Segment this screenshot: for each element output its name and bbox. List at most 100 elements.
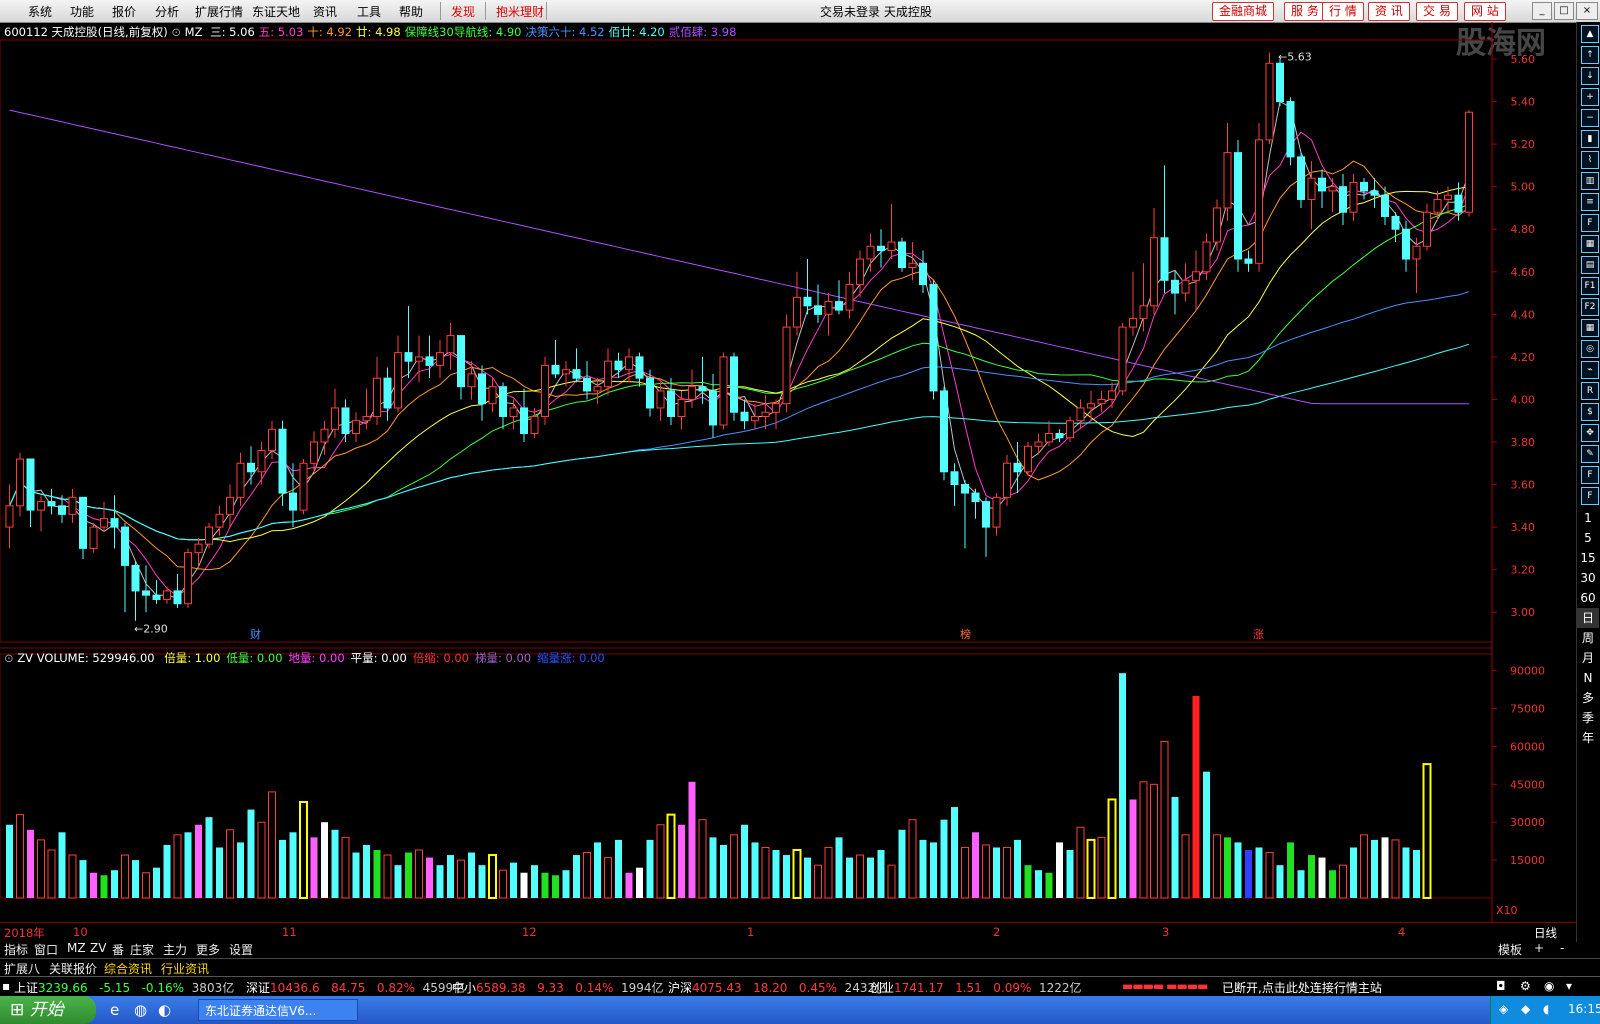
candle-body: [950, 471, 959, 486]
list-icon[interactable]: ≡: [1581, 193, 1599, 211]
market-button[interactable]: 行 情: [1322, 2, 1364, 21]
period-week[interactable]: 周: [1577, 628, 1599, 648]
maximize-icon[interactable]: □: [1554, 2, 1574, 20]
tab-dealer[interactable]: 庄家: [130, 941, 154, 958]
menu-wealth[interactable]: 抱米理财: [496, 3, 544, 20]
f1-icon[interactable]: F1: [1581, 277, 1599, 295]
f10-icon[interactable]: F: [1581, 214, 1599, 232]
volume-bar: [58, 832, 66, 898]
f5-icon[interactable]: F: [1581, 487, 1599, 505]
speaker-icon[interactable]: ◘: [1496, 979, 1506, 993]
f3-icon[interactable]: F: [1581, 466, 1599, 484]
tab-extend8[interactable]: 扩展八: [4, 960, 40, 977]
period-month[interactable]: 月: [1577, 648, 1599, 668]
chart-area[interactable]: 5.60 5.40 5.20 5.00 4.80 4.60 4.40 4.20 4.00 3.80…: [0, 22, 1545, 922]
volume-indicator-name[interactable]: ZV: [17, 651, 33, 665]
table-icon[interactable]: ▦: [1581, 319, 1599, 337]
arrow-down-icon[interactable]: ↓: [1581, 67, 1599, 85]
rsi-icon[interactable]: R: [1581, 382, 1599, 400]
volume-bar: [363, 844, 370, 898]
menu-news[interactable]: 资讯: [313, 3, 337, 20]
menu-function[interactable]: 功能: [70, 3, 94, 20]
status-arrow-icon[interactable]: ▪: [2, 979, 10, 993]
indicator-icon[interactable]: ⌁: [1581, 361, 1599, 379]
period-day[interactable]: 日: [1577, 608, 1599, 628]
settings-icon[interactable]: ⚙: [1520, 979, 1531, 993]
document-icon[interactable]: ▤: [1581, 256, 1599, 274]
app-icon[interactable]: ◐: [158, 1001, 171, 1019]
tab-mainforce[interactable]: 主力: [163, 941, 187, 958]
period-30min[interactable]: 30: [1577, 568, 1599, 588]
period-quarter[interactable]: 季: [1577, 708, 1599, 728]
menu-analysis[interactable]: 分析: [155, 3, 179, 20]
index-quote[interactable]: 上证3239.66 -5.15 -0.16% 3803亿: [14, 979, 234, 996]
collapse-icon[interactable]: ⊙: [171, 25, 181, 39]
index-quote[interactable]: 深证10436.6 84.75 0.82% 4599亿: [246, 979, 465, 996]
bar-chart-icon[interactable]: ▥: [1581, 172, 1599, 190]
index-quote[interactable]: 创业1741.17 1.51 0.09% 1222亿: [870, 979, 1082, 996]
ie-icon[interactable]: e: [110, 1001, 119, 1019]
menu-tools[interactable]: 工具: [357, 3, 381, 20]
tab-industry-news[interactable]: 行业资讯: [161, 960, 209, 977]
compass-icon[interactable]: ◎: [1581, 340, 1599, 358]
move-icon[interactable]: ✥: [1581, 424, 1599, 442]
disconnect-message[interactable]: 已断开,点击此处连接行情主站: [1222, 979, 1382, 996]
template-button[interactable]: 模板: [1498, 941, 1522, 958]
volume-bar: [720, 844, 727, 898]
arrow-up-icon[interactable]: ↑: [1581, 46, 1599, 64]
candle-body: [488, 386, 497, 405]
grid-icon[interactable]: ▦: [1581, 235, 1599, 253]
money-icon[interactable]: $: [1581, 403, 1599, 421]
volume-icon[interactable]: ◖: [1543, 1002, 1549, 1016]
arrow-up-icon[interactable]: ▲: [1581, 25, 1599, 43]
network-icon[interactable]: ◉: [1544, 979, 1554, 993]
close-icon[interactable]: ×: [1576, 2, 1598, 20]
tab-zv[interactable]: ZV: [90, 941, 106, 955]
candle-body: [719, 356, 728, 426]
index-quote[interactable]: 中小6589.38 9.33 0.14% 1994亿: [452, 979, 664, 996]
tab-more[interactable]: 更多: [196, 941, 220, 958]
pencil-icon[interactable]: ✎: [1581, 445, 1599, 463]
menu-quote[interactable]: 报价: [112, 3, 136, 20]
tab-fan[interactable]: 番: [112, 941, 124, 958]
tab-mz[interactable]: MZ: [67, 941, 86, 955]
start-button[interactable]: ⊞ 开始: [0, 996, 96, 1024]
menu-extended-market[interactable]: 扩展行情: [195, 3, 243, 20]
period-multi[interactable]: 多: [1577, 688, 1599, 708]
tab-window[interactable]: 窗口: [34, 941, 58, 958]
mall-button[interactable]: 金融商城: [1212, 2, 1275, 21]
menu-help[interactable]: 帮助: [399, 3, 423, 20]
collapse-icon[interactable]: ⊙: [4, 651, 14, 665]
period-5min[interactable]: 5: [1577, 528, 1599, 548]
period-1min[interactable]: 1: [1577, 508, 1599, 528]
tab-indicator[interactable]: 指标: [4, 941, 28, 958]
add-button[interactable]: +: [1534, 941, 1544, 955]
zoom-out-icon[interactable]: −: [1581, 109, 1599, 127]
menu-dongzheng[interactable]: 东证天地: [252, 3, 300, 20]
menu-system[interactable]: 系统: [28, 3, 52, 20]
tab-related-quote[interactable]: 关联报价: [49, 960, 97, 977]
tab-settings[interactable]: 设置: [229, 941, 253, 958]
kline-icon[interactable]: ▮: [1581, 130, 1599, 148]
news-button[interactable]: 资 讯: [1368, 2, 1410, 21]
tab-composite-news[interactable]: 综合资讯: [104, 960, 152, 977]
remove-button[interactable]: -: [1560, 941, 1564, 955]
menu-discover[interactable]: 发现: [451, 3, 475, 20]
dropdown-icon[interactable]: ▾: [1566, 979, 1572, 993]
period-15min[interactable]: 15: [1577, 548, 1599, 568]
taskbar-item-tdx[interactable]: 东北证券通达信V6...: [198, 999, 358, 1021]
period-60min[interactable]: 60: [1577, 588, 1599, 608]
line-chart-icon[interactable]: ⌇: [1581, 151, 1599, 169]
index-quote[interactable]: 沪深4075.43 18.20 0.45% 2432亿: [668, 979, 887, 996]
trade-button[interactable]: 交 易: [1416, 2, 1458, 21]
indicator-name[interactable]: MZ: [185, 25, 203, 39]
chrome-icon[interactable]: ◍: [134, 1001, 147, 1019]
kline-chart[interactable]: 5.60 5.40 5.20 5.00 4.80 4.60 4.40 4.20 4.00 3.80…: [0, 22, 1576, 922]
tray-icon[interactable]: ◈: [1499, 1002, 1508, 1016]
period-n[interactable]: N: [1577, 668, 1599, 688]
zoom-in-icon[interactable]: +: [1581, 88, 1599, 106]
service-button[interactable]: 服 务: [1284, 2, 1326, 21]
tray-icon[interactable]: ◆: [1521, 1002, 1530, 1016]
period-year[interactable]: 年: [1577, 728, 1599, 748]
f2-icon[interactable]: F2: [1581, 298, 1599, 316]
